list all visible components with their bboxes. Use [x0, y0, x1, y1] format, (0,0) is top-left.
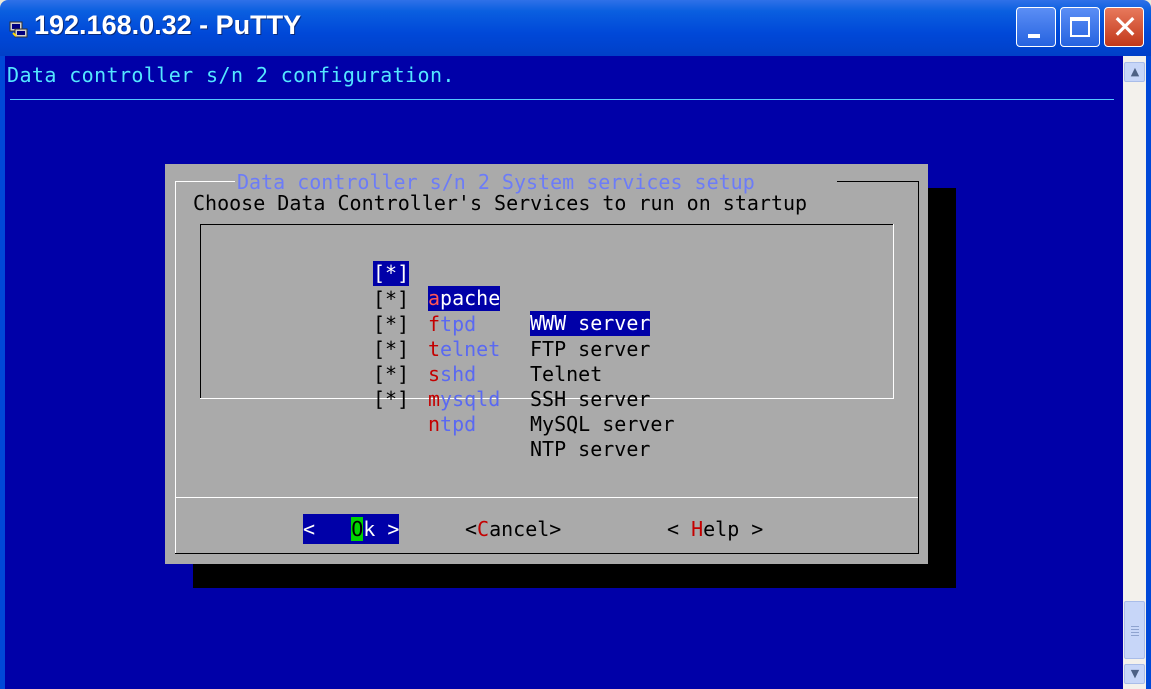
service-tag: ntpd [428, 412, 476, 437]
screen-header: Data controller s/n 2 configuration. [7, 63, 455, 87]
scroll-up-button[interactable]: ▲ [1124, 62, 1145, 82]
header-divider [10, 99, 1114, 100]
vertical-scrollbar[interactable]: ▲ ▼ [1123, 56, 1146, 689]
service-description: SSH server [530, 387, 651, 411]
service-item-telnet[interactable]: [*] telnet Telnet [200, 287, 602, 386]
service-description: WWW server [530, 311, 651, 336]
hotkey-letter: a [428, 286, 441, 310]
grip-line [1131, 632, 1139, 633]
grip-line [1131, 635, 1139, 636]
service-checkbox[interactable]: [*] [373, 362, 409, 387]
service-tag-rest: tpd [440, 412, 477, 436]
hotkey-letter: C [477, 517, 490, 541]
service-tag: apache [428, 286, 501, 311]
chevron-up-icon: ▲ [1130, 65, 1140, 78]
dialog-border-top-right [837, 181, 918, 182]
services-dialog: Data controller s/n 2 System services se… [165, 164, 928, 564]
title-bar: 192.168.0.32 - PuTTY ✕ [0, 0, 1151, 56]
service-tag: mysqld [428, 387, 500, 412]
dialog-border-bottom [175, 553, 919, 554]
service-tag-rest: pache [440, 286, 501, 310]
cancel-button[interactable]: <Cancel> [465, 514, 561, 544]
button-text: k > [363, 517, 400, 541]
terminal-screen[interactable]: Data controller s/n 2 configuration. Dat… [5, 56, 1123, 689]
window-frame-right [1146, 56, 1151, 689]
dialog-border-top-left [175, 181, 235, 182]
close-button[interactable]: ✕ [1104, 7, 1144, 47]
hotkey-letter: H [691, 517, 704, 541]
button-bracket-left: < [667, 517, 692, 541]
service-tag: sshd [428, 362, 476, 387]
service-description: FTP server [530, 337, 651, 361]
service-description: NTP server [530, 437, 651, 461]
service-tag-rest: elnet [440, 337, 501, 361]
service-description: MySQL server [530, 412, 675, 436]
grip-line [1131, 629, 1139, 630]
service-checkbox[interactable]: [*] [373, 287, 409, 312]
service-description: Telnet [530, 362, 603, 386]
hotkey-letter: m [428, 387, 441, 411]
service-tag-rest: ysqld [440, 387, 501, 411]
help-button[interactable]: < Help > [667, 514, 763, 544]
hotkey-letter: n [428, 412, 441, 436]
list-border-top [200, 224, 894, 225]
service-checkbox[interactable]: [*] [373, 312, 409, 337]
scrollbar-thumb[interactable] [1124, 601, 1145, 659]
service-checkbox[interactable]: [*] [373, 337, 409, 362]
minimize-icon [1028, 34, 1040, 38]
button-text: elp > [703, 517, 764, 541]
service-item-ntpd[interactable]: [*] ntpd NTP server [200, 362, 650, 461]
minimize-button[interactable] [1016, 7, 1056, 47]
service-item-mysqld[interactable]: [*] mysqld MySQL server [200, 337, 675, 436]
dialog-border-right [918, 181, 919, 553]
services-checklist: [*] apache WWW server [*] ftpd FTP serve… [200, 224, 894, 461]
hotkey-letter: s [428, 362, 441, 386]
maximize-button[interactable] [1060, 7, 1100, 47]
service-tag-rest: tpd [440, 312, 477, 336]
button-bracket-left: < [465, 517, 478, 541]
window-title: 192.168.0.32 - PuTTY [34, 10, 302, 40]
service-tag: telnet [428, 337, 500, 362]
dialog-button-row: < Ok > <Cancel> < Help > [165, 514, 928, 544]
list-border-right [893, 224, 894, 399]
service-tag: ftpd [428, 312, 476, 337]
service-item-apache[interactable]: [*] apache WWW server [200, 236, 651, 336]
button-text: ancel> [489, 517, 562, 541]
hotkey-letter: O [351, 517, 364, 541]
button-row-divider [175, 497, 918, 498]
scroll-down-button[interactable]: ▼ [1124, 664, 1145, 684]
putty-icon [9, 21, 28, 38]
dialog-subtitle: Choose Data Controller's Services to run… [193, 191, 808, 215]
service-item-sshd[interactable]: [*] sshd SSH server [200, 312, 650, 411]
service-tag-rest: shd [440, 362, 477, 386]
button-bracket-left: < [303, 517, 328, 541]
grip-line [1131, 626, 1139, 627]
hotkey-letter: f [428, 312, 441, 336]
service-checkbox[interactable]: [*] [373, 261, 410, 286]
ok-button[interactable]: < Ok > [303, 514, 400, 544]
hotkey-letter: t [428, 337, 441, 361]
service-item-ftpd[interactable]: [*] ftpd FTP server [200, 262, 650, 361]
close-icon: ✕ [1111, 8, 1139, 46]
maximize-icon [1070, 17, 1090, 37]
chevron-down-icon: ▼ [1130, 667, 1140, 680]
service-checkbox[interactable]: [*] [373, 387, 409, 412]
